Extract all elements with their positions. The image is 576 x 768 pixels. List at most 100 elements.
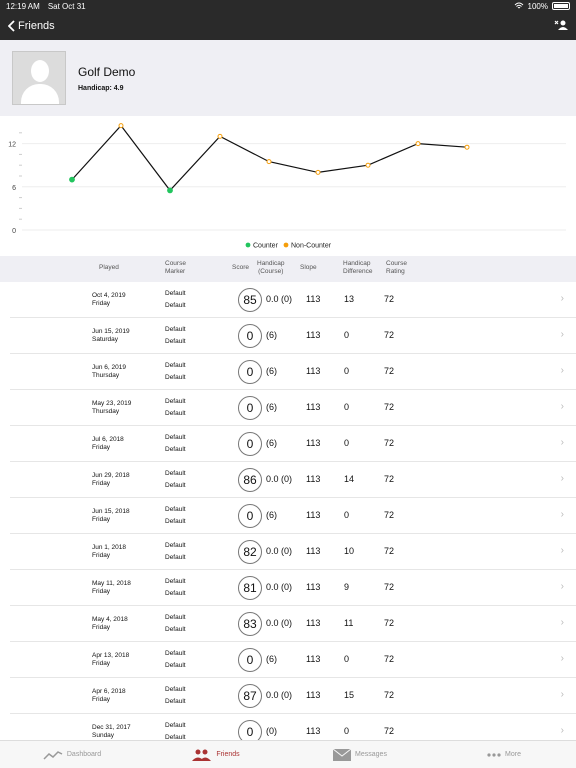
slope-value: 113 [306,654,321,664]
table-row[interactable]: Jun 15, 2019 Saturday Default Default 0 (6… [10,318,576,354]
course-handicap: (6) [266,510,277,520]
handicap-difference: 9 [344,582,350,592]
y-tick-label: 0 [12,228,16,235]
course-handicap: 0.0 (0) [266,474,293,484]
legend-marker [245,242,251,248]
slope-value: 113 [306,510,321,520]
chevron-right-icon: › [560,509,564,520]
table-row[interactable]: Jun 15, 2018 Friday Default Default 0 (6) … [10,498,576,534]
legend-label: Counter [253,243,279,250]
course-rating: 72 [384,438,395,448]
back-button[interactable]: Friends [8,20,55,32]
non-counter-point [415,141,421,147]
course-marker: Default Default [165,470,186,489]
rounds-list: Oct 4, 2019 Friday Default Default 85 0.0 … [0,282,576,740]
course-rating: 72 [384,330,395,340]
remove-person-icon [554,20,568,30]
score-badge: 0 [238,720,262,740]
handicap-chart: 12 6 0 Counter Non-Counter [8,123,566,250]
slope-value: 113 [306,330,321,340]
course-rating: 72 [384,366,395,376]
counter-point [69,176,75,183]
slope-value: 113 [306,546,321,556]
chevron-right-icon: › [560,581,564,592]
non-counter-point [266,159,272,165]
header-course-marker: Course Marker [165,260,186,275]
played-date: Jun 15, 2018 Friday [92,508,130,523]
wifi-icon [514,2,523,9]
header-difference: Handicap Difference [343,260,373,275]
table-row[interactable]: Jun 29, 2018 Friday Default Default 86 0.0… [10,462,576,498]
course-handicap: 0.0 (0) [266,294,293,304]
score-badge: 0 [238,324,262,348]
score-badge: 86 [238,468,262,492]
played-date: May 23, 2019 Thursday [92,400,132,415]
handicap-difference: 11 [344,618,354,628]
non-counter-point [365,162,371,168]
battery-percent: 100% [527,1,548,11]
course-rating: 72 [384,690,395,700]
handicap-difference: 14 [344,474,355,484]
tab-bar: Dashboard Friends Messages More [0,740,576,768]
handicap-difference: 13 [344,294,355,304]
handicap-difference: 0 [344,510,350,520]
chevron-right-icon: › [560,689,564,700]
course-marker: Default Default [165,362,186,381]
score-badge: 0 [238,396,262,420]
score-badge: 82 [238,540,262,564]
course-rating: 72 [384,618,395,628]
course-marker: Default Default [165,686,186,705]
tab-friends[interactable]: Friends [144,741,288,768]
tab-more[interactable]: More [432,741,576,768]
table-row[interactable]: Jun 1, 2018 Friday Default Default 82 0.0 … [10,534,576,570]
legend-label: Non-Counter [291,243,332,250]
header-score: Score [232,264,249,271]
course-marker: Default Default [165,650,186,669]
chevron-right-icon: › [560,653,564,664]
handicap-difference: 0 [344,366,350,376]
table-row[interactable]: May 4, 2018 Friday Default Default 83 0.0 … [10,606,576,642]
table-row[interactable]: Apr 13, 2018 Friday Default Default 0 (6) … [10,642,576,678]
tab-dashboard[interactable]: Dashboard [0,741,144,768]
tab-messages[interactable]: Messages [288,741,432,768]
played-date: Oct 4, 2019 Friday [92,292,126,307]
handicap-difference: 0 [344,726,350,736]
played-date: Apr 13, 2018 Friday [92,652,130,667]
table-row[interactable]: May 11, 2018 Friday Default Default 81 0.0… [10,570,576,606]
course-marker: Default Default [165,722,186,740]
chevron-right-icon: › [560,545,564,556]
chevron-right-icon: › [560,293,564,304]
profile-handicap: Handicap: 4.9 [78,84,124,92]
status-date: Sat Oct 31 [47,1,86,11]
header-played: Played [99,264,119,271]
course-rating: 72 [384,510,395,520]
played-date: Apr 6, 2018 Friday [92,688,126,703]
table-row[interactable]: Jun 6, 2019 Thursday Default Default 0 (6)… [10,354,576,390]
handicap-difference: 15 [344,690,355,700]
table-row[interactable]: Oct 4, 2019 Friday Default Default 85 0.0 … [10,282,576,318]
status-bar: 12:19 AM Sat Oct 31 100% [0,0,576,12]
course-handicap: (6) [266,402,277,412]
handicap-difference: 0 [344,654,350,664]
tab-label: Friends [216,751,240,758]
score-badge: 83 [238,612,262,636]
table-row[interactable]: Jul 6, 2018 Friday Default Default 0 (6) 1… [10,426,576,462]
played-date: May 4, 2018 Friday [92,616,128,631]
score-badge: 85 [238,288,262,312]
non-counter-point [315,169,321,175]
remove-friend-button[interactable] [554,19,568,34]
table-row[interactable]: May 23, 2019 Thursday Default Default 0 (6… [10,390,576,426]
header-handicap: Handicap (Course) [257,260,285,275]
course-marker: Default Default [165,542,186,561]
series-line [71,124,468,192]
played-date: May 11, 2018 Friday [92,580,131,595]
status-time: 12:19 AM [6,1,40,11]
table-row[interactable]: Apr 6, 2018 Friday Default Default 87 0.0 … [10,678,576,714]
table-row[interactable]: Dec 31, 2017 Sunday Default Default 0 (0) … [10,714,576,740]
course-marker: Default Default [165,578,186,597]
course-marker: Default Default [165,290,186,309]
course-handicap: 0.0 (0) [266,690,293,700]
slope-value: 113 [306,438,321,448]
score-badge: 0 [238,504,262,528]
people-icon [192,749,212,761]
